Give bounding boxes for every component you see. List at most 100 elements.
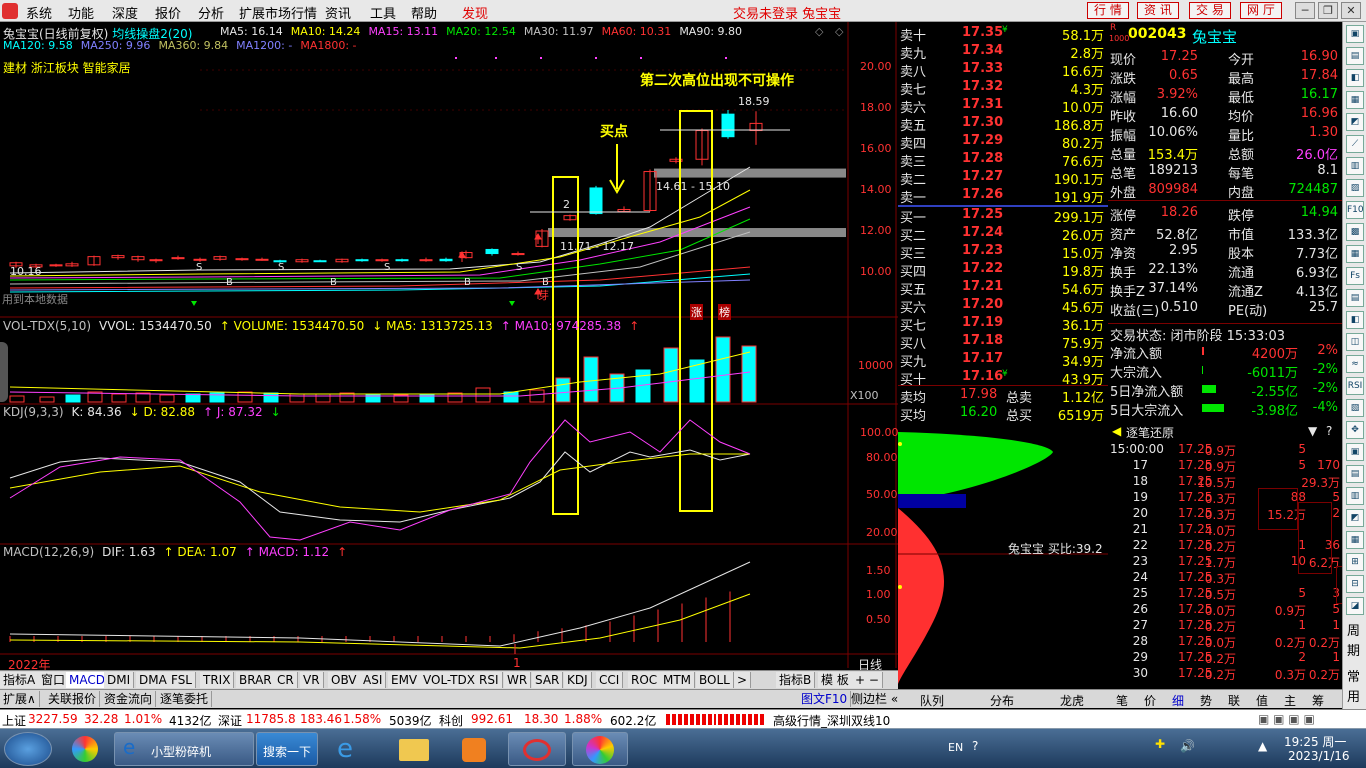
ie-taskbar-icon[interactable]: e xyxy=(322,732,376,766)
tool-icon-11[interactable]: ▦ xyxy=(1346,245,1364,263)
tab-indicator-17[interactable]: KDJ xyxy=(564,672,592,688)
wave-icon[interactable]: ≈ xyxy=(1346,355,1364,373)
taskbar-search[interactable]: 搜索一下 xyxy=(256,732,318,766)
btn-trade[interactable]: 交 易 xyxy=(1189,2,1231,19)
tab-indicator-19[interactable]: ROC xyxy=(628,672,662,688)
rtab-trend[interactable]: 势 xyxy=(1200,692,1212,709)
tab-order-detail[interactable]: 逐笔委托 xyxy=(157,691,213,707)
zoom-controls-icon[interactable]: + − xyxy=(852,672,883,688)
tab-indicator-21[interactable]: BOLL xyxy=(696,672,734,688)
status-icons[interactable]: ▣ ▣ ▣ ▣ xyxy=(1258,712,1315,726)
tray-icon-plus[interactable]: ✚ xyxy=(1155,737,1165,751)
left-panel-toggle[interactable] xyxy=(0,342,8,402)
tab-indicator-24[interactable]: 模 板 xyxy=(818,672,853,688)
rtab-detail[interactable]: 细 xyxy=(1172,692,1184,709)
bid-row[interactable]: 买四 17.22 19.8万 xyxy=(898,260,1108,280)
menu-quote[interactable]: 报价 xyxy=(155,3,181,22)
ask-row[interactable]: 卖十 17.35 ¥ 58.1万 xyxy=(898,24,1108,44)
tab-indicator-11[interactable]: ASI xyxy=(360,672,387,688)
lang-indicator[interactable]: EN xyxy=(948,741,963,754)
fs-icon[interactable]: Fs xyxy=(1346,267,1364,285)
ask-row[interactable]: 卖六 17.31 10.0万 xyxy=(898,96,1108,116)
tab-indicator-6[interactable]: TRIX xyxy=(200,672,235,688)
tool-icon-21[interactable]: ▤ xyxy=(1346,465,1364,483)
bid-row[interactable]: 买二 17.24 26.0万 xyxy=(898,224,1108,244)
restore-icon[interactable]: ❐ xyxy=(1318,2,1338,19)
menu-analysis[interactable]: 分析 xyxy=(198,3,224,22)
tool-icon-27[interactable]: ◪ xyxy=(1346,597,1364,615)
tab-indicator-18[interactable]: CCI xyxy=(596,672,624,688)
ask-row[interactable]: 卖八 17.33 16.6万 xyxy=(898,60,1108,80)
toolbar-char-period[interactable]: 期 xyxy=(1347,640,1360,659)
menu-tools[interactable]: 工具 xyxy=(370,3,396,22)
tool-icon-24[interactable]: ▦ xyxy=(1346,531,1364,549)
media-player-icon[interactable] xyxy=(446,732,500,766)
tool-icon-10[interactable]: ▩ xyxy=(1346,223,1364,241)
app-icon-colorful[interactable] xyxy=(572,732,628,766)
menu-system[interactable]: 系统 xyxy=(26,3,52,22)
menu-discover[interactable]: 发现 xyxy=(462,3,488,22)
tool-icon-3[interactable]: ◧ xyxy=(1346,69,1364,87)
line-chart-icon[interactable]: ⟋ xyxy=(1346,135,1364,153)
btn-info[interactable]: 资 讯 xyxy=(1137,2,1179,19)
kc-index-name[interactable]: 科创 xyxy=(439,712,463,729)
bid-row[interactable]: 买三 17.23 15.0万 xyxy=(898,242,1108,262)
tool-icon-1[interactable]: ▣ xyxy=(1346,25,1364,43)
btn-market[interactable]: 行 情 xyxy=(1087,2,1129,19)
bid-row[interactable]: 买七 17.19 36.1万 xyxy=(898,314,1108,334)
tab-indicator-13[interactable]: VOL-TDX xyxy=(420,672,479,688)
tab-indicator-22[interactable]: > xyxy=(734,672,752,688)
tool-icon-13[interactable]: ▤ xyxy=(1346,289,1364,307)
tab-extend[interactable]: 扩展∧ xyxy=(0,691,40,707)
rtab-price[interactable]: 价 xyxy=(1144,692,1156,709)
tab-indicator-4[interactable]: DMA xyxy=(136,672,171,688)
sz-index-name[interactable]: 深证 xyxy=(218,712,242,729)
tool-icon-22[interactable]: ▥ xyxy=(1346,487,1364,505)
tool-icon-2[interactable]: ▤ xyxy=(1346,47,1364,65)
taskbar-app-shredder[interactable]: e 小型粉碎机 xyxy=(114,732,254,766)
rtab-value[interactable]: 值 xyxy=(1256,692,1268,709)
folder-icon[interactable] xyxy=(386,732,440,766)
toolbar-char-week[interactable]: 周 xyxy=(1347,620,1360,639)
btn-hall[interactable]: 网 厅 xyxy=(1240,2,1282,19)
toolbar-char-use[interactable]: 用 xyxy=(1347,686,1360,705)
menu-news[interactable]: 资讯 xyxy=(325,3,351,22)
rsi-icon[interactable]: RSI xyxy=(1346,377,1364,395)
tick-panel-help-icon[interactable]: ? xyxy=(1326,424,1332,438)
bid-row[interactable]: 买九 17.17 34.9万 xyxy=(898,350,1108,370)
ask-row[interactable]: 卖一 17.26 191.9万 xyxy=(898,186,1108,206)
tick-panel-menu-icon[interactable]: ▼ xyxy=(1308,424,1317,438)
tab-indicator-10[interactable]: OBV xyxy=(328,672,361,688)
sh-index-name[interactable]: 上证 xyxy=(2,712,26,729)
tab-indicator-12[interactable]: EMV xyxy=(388,672,422,688)
ask-row[interactable]: 卖七 17.32 4.3万 xyxy=(898,78,1108,98)
tab-sidebar[interactable]: 侧边栏 « xyxy=(848,691,903,707)
tab-indicator-3[interactable]: DMI xyxy=(104,672,135,688)
tab-indicator-1[interactable]: 窗口 xyxy=(38,672,70,688)
tool-icon-23[interactable]: ◩ xyxy=(1346,509,1364,527)
rtab-chips[interactable]: 筹 xyxy=(1312,692,1324,709)
minimize-icon[interactable]: ─ xyxy=(1295,2,1315,19)
rtab-queue[interactable]: 队列 xyxy=(920,692,944,709)
bid-row[interactable]: 买六 17.20 45.6万 xyxy=(898,296,1108,316)
tray-flag-icon[interactable]: ▲ xyxy=(1258,739,1267,753)
tab-indicator-7[interactable]: BRAR xyxy=(236,672,276,688)
tool-icon-7[interactable]: ▥ xyxy=(1346,157,1364,175)
bid-row[interactable]: 买八 17.18 75.9万 xyxy=(898,332,1108,352)
start-button[interactable] xyxy=(4,732,52,766)
tab-indicator-5[interactable]: FSL xyxy=(168,672,196,688)
tool-icon-4[interactable]: ▦ xyxy=(1346,91,1364,109)
bid-row[interactable]: 买十 17.16 ¥ 43.9万 xyxy=(898,368,1108,388)
ask-row[interactable]: 卖三 17.28 76.6万 xyxy=(898,150,1108,170)
trading-app-icon[interactable] xyxy=(508,732,566,766)
close-icon[interactable]: ✕ xyxy=(1341,2,1361,19)
tab-indicator-0[interactable]: 指标A xyxy=(0,672,40,688)
tab-indicator-15[interactable]: WR xyxy=(504,672,532,688)
tab-indicator-20[interactable]: MTM xyxy=(660,672,696,688)
rtab-dragon-tiger[interactable]: 龙虎 xyxy=(1060,692,1084,709)
tab-fund-flow[interactable]: 资金流向 xyxy=(101,691,157,707)
tool-icon-26[interactable]: ⊟ xyxy=(1346,575,1364,593)
taskbar-app-icon-1[interactable] xyxy=(60,732,110,766)
tool-icon-18[interactable]: ▧ xyxy=(1346,399,1364,417)
volume-icon[interactable]: 🔊 xyxy=(1180,739,1195,753)
